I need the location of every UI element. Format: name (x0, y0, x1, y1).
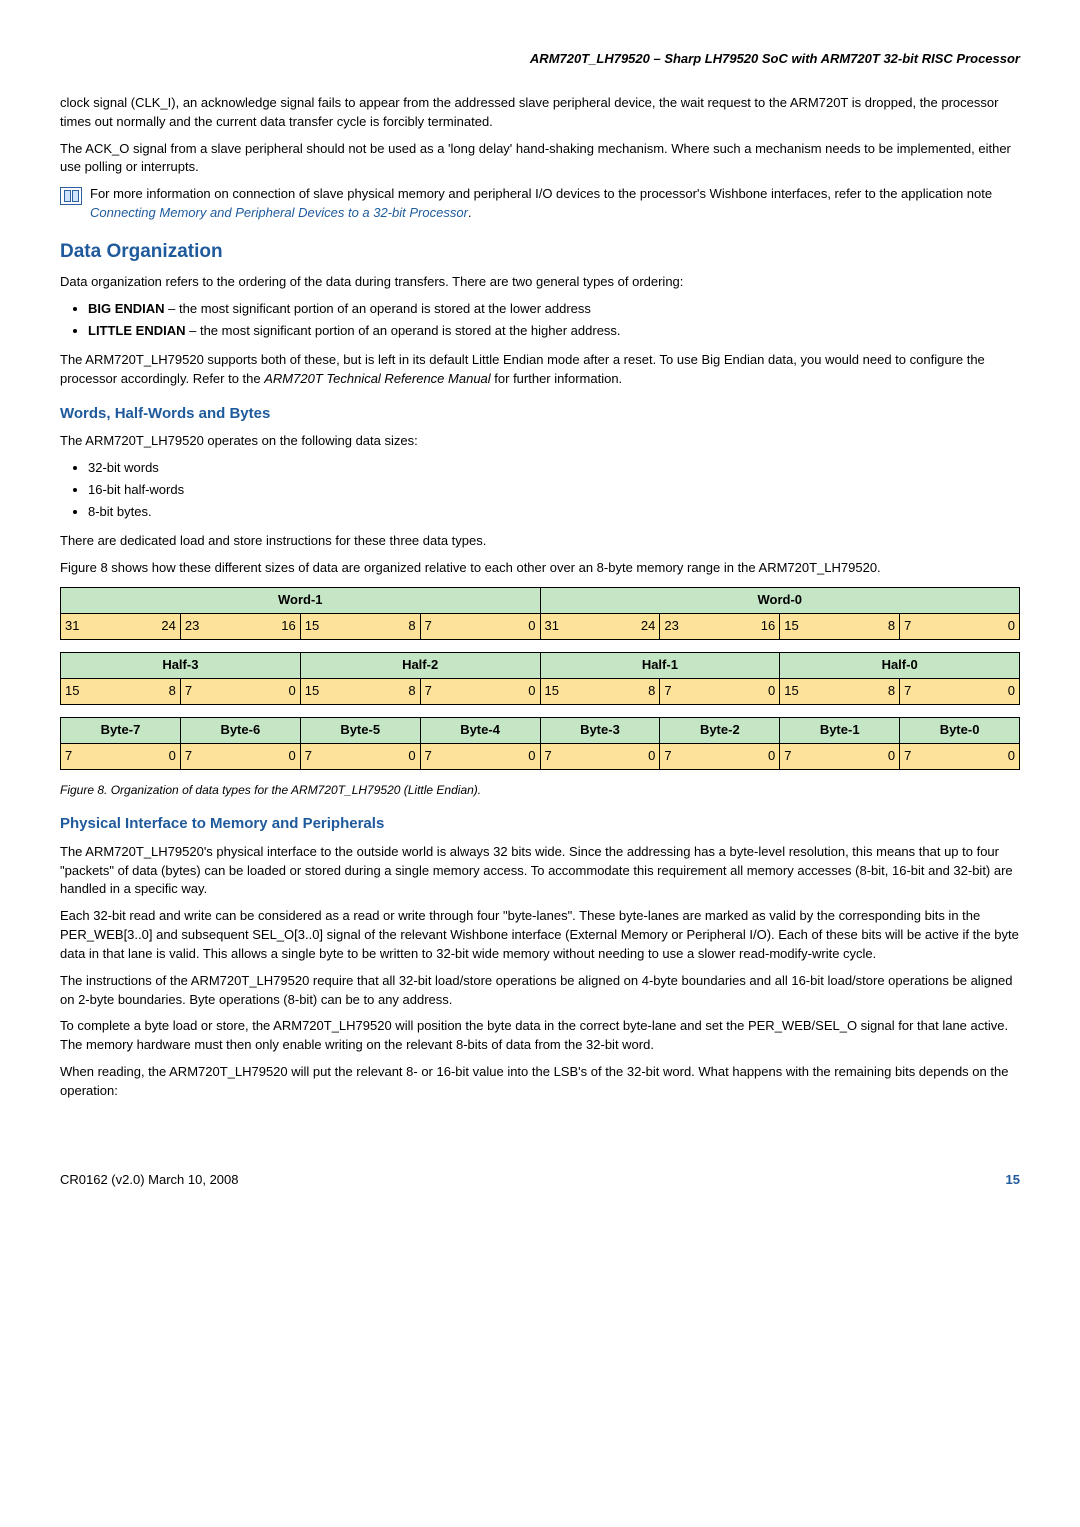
paragraph: The ACK_O signal from a slave peripheral… (60, 140, 1020, 178)
half-header: Half-2 (300, 653, 540, 679)
word-header: Word-1 (61, 588, 541, 614)
figure-caption: Figure 8. Organization of data types for… (60, 782, 1020, 799)
paragraph: Each 32-bit read and write can be consid… (60, 907, 1020, 964)
page-header: ARM720T_LH79520 – Sharp LH79520 SoC with… (60, 50, 1020, 69)
paragraph: clock signal (CLK_I), an acknowledge sig… (60, 94, 1020, 132)
half-table: Half-3 Half-2 Half-1 Half-0 158 70 158 7… (60, 652, 1020, 705)
note-link[interactable]: Connecting Memory and Peripheral Devices… (90, 205, 468, 220)
list-item: 8-bit bytes. (88, 503, 1020, 522)
footer-docid: CR0162 (v2.0) March 10, 2008 (60, 1171, 238, 1190)
byte-header: Byte-3 (540, 717, 660, 743)
info-note: For more information on connection of sl… (60, 185, 1020, 223)
list-item: BIG ENDIAN – the most significant portio… (88, 300, 1020, 319)
byte-header: Byte-2 (660, 717, 780, 743)
paragraph: The ARM720T_LH79520's physical interface… (60, 843, 1020, 900)
note-text: For more information on connection of sl… (90, 185, 1020, 223)
heading-data-organization: Data Organization (60, 238, 1020, 266)
paragraph: The instructions of the ARM720T_LH79520 … (60, 972, 1020, 1010)
paragraph: Data organization refers to the ordering… (60, 273, 1020, 292)
byte-header: Byte-6 (180, 717, 300, 743)
word-table: Word-1 Word-0 3124 2316 158 70 3124 2316… (60, 587, 1020, 640)
paragraph: The ARM720T_LH79520 operates on the foll… (60, 432, 1020, 451)
byte-header: Byte-7 (61, 717, 181, 743)
paragraph: The ARM720T_LH79520 supports both of the… (60, 351, 1020, 389)
half-header: Half-3 (61, 653, 301, 679)
document-icon (60, 187, 82, 205)
byte-header: Byte-1 (780, 717, 900, 743)
page-footer: CR0162 (v2.0) March 10, 2008 15 (60, 1171, 1020, 1190)
half-header: Half-0 (780, 653, 1020, 679)
word-header: Word-0 (540, 588, 1020, 614)
paragraph: To complete a byte load or store, the AR… (60, 1017, 1020, 1055)
list-item: 16-bit half-words (88, 481, 1020, 500)
heading-physical-interface: Physical Interface to Memory and Periphe… (60, 813, 1020, 835)
paragraph: Figure 8 shows how these different sizes… (60, 559, 1020, 578)
paragraph: When reading, the ARM720T_LH79520 will p… (60, 1063, 1020, 1101)
list-item: 32-bit words (88, 459, 1020, 478)
byte-header: Byte-5 (300, 717, 420, 743)
byte-header: Byte-4 (420, 717, 540, 743)
data-size-list: 32-bit words 16-bit half-words 8-bit byt… (60, 459, 1020, 522)
paragraph: There are dedicated load and store instr… (60, 532, 1020, 551)
list-item: LITTLE ENDIAN – the most significant por… (88, 322, 1020, 341)
endian-list: BIG ENDIAN – the most significant portio… (60, 300, 1020, 341)
byte-header: Byte-0 (900, 717, 1020, 743)
heading-words-halfwords-bytes: Words, Half-Words and Bytes (60, 403, 1020, 425)
half-header: Half-1 (540, 653, 780, 679)
page-number: 15 (1006, 1171, 1020, 1190)
byte-table: Byte-7 Byte-6 Byte-5 Byte-4 Byte-3 Byte-… (60, 717, 1020, 770)
